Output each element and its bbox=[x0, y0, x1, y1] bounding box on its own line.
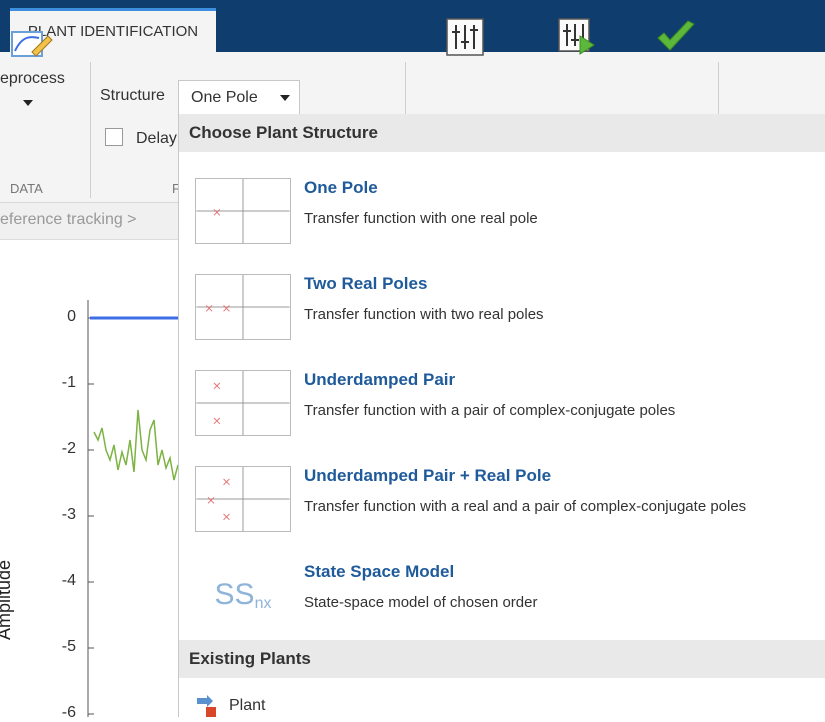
svg-text:×: × bbox=[204, 301, 214, 315]
existing-plants-header: Existing Plants bbox=[179, 640, 825, 678]
option-description: Transfer function with two real poles bbox=[304, 306, 544, 323]
svg-text:×: × bbox=[222, 474, 232, 488]
plant-structure-dropdown: Choose Plant Structure × One Pole Transf… bbox=[178, 114, 825, 717]
structure-dropdown[interactable]: One Pole bbox=[178, 80, 300, 114]
ytick-label: -3 bbox=[61, 506, 76, 523]
toolstrip-divider bbox=[405, 62, 406, 114]
dropdown-header: Choose Plant Structure bbox=[179, 114, 825, 152]
preprocess-button-label[interactable]: eprocess bbox=[0, 70, 80, 88]
tune-icon[interactable] bbox=[446, 18, 484, 56]
toolstrip-divider bbox=[90, 62, 91, 198]
ytick-label: -4 bbox=[61, 572, 76, 589]
response-line bbox=[93, 409, 179, 481]
ytick-label: -1 bbox=[61, 374, 76, 391]
state-space-icon-main: SS bbox=[214, 578, 255, 611]
option-description: Transfer function with a pair of complex… bbox=[304, 402, 676, 419]
option-description: State-space model of chosen order bbox=[304, 594, 538, 611]
plant-icon bbox=[197, 695, 216, 717]
underdamped-pair-real-pole-thumbnail-icon: × × × bbox=[195, 466, 291, 532]
svg-text:×: × bbox=[222, 509, 232, 523]
existing-plant-item[interactable]: Plant bbox=[195, 694, 265, 718]
ytick-label: -2 bbox=[61, 440, 76, 457]
one-pole-thumbnail-icon: × bbox=[195, 178, 291, 244]
option-state-space-model[interactable]: SS nx State Space Model State-space model… bbox=[179, 550, 825, 646]
chevron-down-icon bbox=[280, 95, 290, 101]
existing-plant-label: Plant bbox=[229, 697, 266, 714]
option-description: Transfer function with one real pole bbox=[304, 210, 538, 227]
state-space-icon: SS nx bbox=[195, 562, 291, 628]
underdamped-pair-thumbnail-icon: × × bbox=[195, 370, 291, 436]
ytick-label: 0 bbox=[67, 308, 76, 325]
option-title: One Pole bbox=[304, 178, 378, 197]
option-underdamped-pair[interactable]: × × Underdamped Pair Transfer function w… bbox=[179, 358, 825, 454]
option-title: Underdamped Pair + Real Pole bbox=[304, 466, 552, 485]
structure-label: Structure bbox=[100, 87, 165, 104]
preprocess-caret-icon[interactable] bbox=[23, 100, 33, 106]
svg-text:×: × bbox=[222, 301, 232, 315]
option-title: Two Real Poles bbox=[304, 274, 428, 293]
svg-text:×: × bbox=[212, 413, 222, 427]
data-section-label: DATA bbox=[10, 181, 43, 196]
preprocess-icon[interactable] bbox=[10, 26, 54, 60]
option-one-pole[interactable]: × One Pole Transfer function with one re… bbox=[179, 166, 825, 262]
delay-checkbox[interactable] bbox=[105, 128, 123, 146]
tune-run-icon[interactable] bbox=[558, 18, 596, 56]
option-underdamped-pair-real-pole[interactable]: × × × Underdamped Pair + Real Pole Trans… bbox=[179, 454, 825, 550]
ytick-label: -5 bbox=[61, 638, 76, 655]
option-title: Underdamped Pair bbox=[304, 370, 456, 389]
state-space-icon-sub: nx bbox=[254, 595, 272, 612]
svg-text:×: × bbox=[212, 378, 222, 392]
checkmark-icon[interactable] bbox=[654, 18, 698, 56]
option-title: State Space Model bbox=[304, 562, 455, 581]
ytick-label: -6 bbox=[61, 704, 76, 721]
two-real-poles-thumbnail-icon: × × bbox=[195, 274, 291, 340]
app-tabbar: PLANT IDENTIFICATION bbox=[0, 0, 825, 52]
structure-dropdown-value: One Pole bbox=[191, 88, 258, 106]
svg-text:×: × bbox=[206, 493, 216, 507]
option-description: Transfer function with a real and a pair… bbox=[304, 498, 747, 515]
breadcrumb[interactable]: eference tracking > bbox=[0, 211, 137, 229]
option-two-real-poles[interactable]: × × Two Real Poles Transfer function wit… bbox=[179, 262, 825, 358]
svg-text:×: × bbox=[212, 205, 222, 219]
toolstrip-divider bbox=[718, 62, 719, 114]
response-plot bbox=[87, 300, 180, 717]
delay-label: Delay bbox=[136, 130, 177, 147]
y-axis-label: Amplitude bbox=[0, 559, 14, 640]
